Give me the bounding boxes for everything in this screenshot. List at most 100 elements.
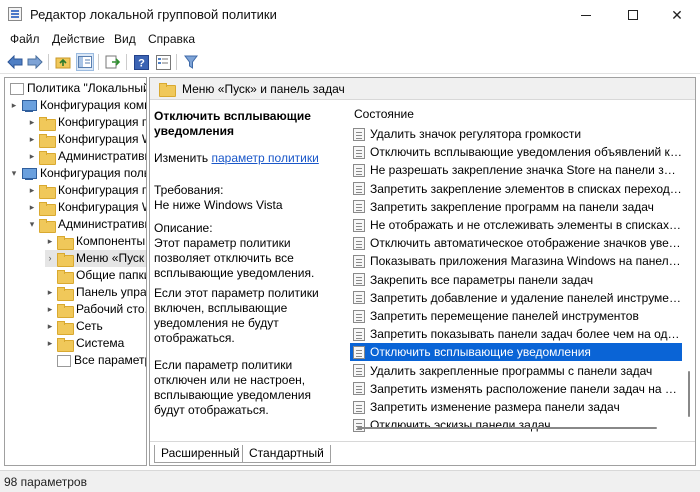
- tree-item-control-panel[interactable]: ▸ Панель упра: [45, 284, 146, 301]
- tree-item-label: Политика "Локальный: [27, 81, 147, 95]
- tree-item-admin-templates[interactable]: ▸ Административн: [27, 148, 146, 165]
- chevron-right-icon[interactable]: ▸: [45, 301, 55, 318]
- policy-row[interactable]: Отключить эскизы панели задач: [350, 416, 682, 434]
- menu-bar: Файл Действие Вид Справка: [0, 30, 700, 50]
- tab-standard[interactable]: Стандартный: [242, 445, 331, 463]
- edit-policy-link[interactable]: параметр политики: [211, 151, 318, 165]
- filter-button[interactable]: [182, 53, 200, 71]
- vertical-scrollbar[interactable]: [683, 101, 695, 441]
- policy-row[interactable]: Удалить закрепленные программы с панели …: [350, 362, 682, 380]
- policy-row[interactable]: Запретить закрепление элементов в списка…: [350, 180, 682, 198]
- tree-item-local-policy[interactable]: Политика "Локальный: [8, 80, 147, 97]
- tree-item-user-windows-settings[interactable]: ▸ Конфигурация W: [27, 199, 146, 216]
- horizontal-scrollbar[interactable]: [357, 427, 657, 429]
- tree-item-all-settings[interactable]: Все параметр: [45, 352, 147, 369]
- forward-button[interactable]: [26, 53, 44, 71]
- back-button[interactable]: [6, 53, 24, 71]
- scroll-thumb[interactable]: [688, 371, 690, 417]
- menu-help[interactable]: Справка: [148, 32, 195, 46]
- close-button[interactable]: ✕: [654, 0, 700, 30]
- help-button[interactable]: ?: [132, 53, 150, 71]
- chevron-right-icon[interactable]: ▸: [27, 114, 37, 131]
- tree-item-label: Конфигурация поль: [40, 166, 147, 180]
- policy-row[interactable]: Запретить изменение размера панели задач: [350, 398, 682, 416]
- toolbar-separator: [176, 54, 177, 70]
- policy-row[interactable]: Отключить всплывающие уведомления объявл…: [350, 143, 682, 161]
- chevron-right-icon[interactable]: ▸: [45, 284, 55, 301]
- tree-item-user-admin-templates[interactable]: ▾ Административн: [27, 216, 146, 233]
- tree-item-windows-settings[interactable]: ▸ Конфигурация W: [27, 131, 146, 148]
- policy-row[interactable]: Запретить добавление и удаление панелей …: [350, 289, 682, 307]
- policy-setting-icon: [353, 127, 365, 141]
- folder-icon: [57, 320, 74, 335]
- policy-row-label: Удалить закрепленные программы с панели …: [370, 363, 653, 378]
- tree-item-label: Все параметр: [74, 353, 147, 367]
- tree-item-computer-config[interactable]: ▸ Конфигурация комп: [9, 97, 147, 114]
- tree-item-label: Конфигурация п: [58, 115, 147, 129]
- menu-file[interactable]: Файл: [10, 32, 40, 46]
- export-list-button[interactable]: [104, 53, 122, 71]
- edit-policy-line: Изменить параметр политики: [154, 151, 344, 166]
- menu-action[interactable]: Действие: [52, 32, 105, 46]
- tree-item-software-settings[interactable]: ▸ Конфигурация п: [27, 114, 147, 131]
- chevron-right-icon[interactable]: ▸: [45, 335, 55, 352]
- policy-row-label: Запретить закрепление элементов в списка…: [370, 181, 682, 196]
- close-icon: ✕: [671, 6, 683, 23]
- chevron-right-icon[interactable]: ▸: [27, 148, 37, 165]
- chevron-down-icon[interactable]: ▾: [9, 165, 19, 182]
- maximize-button[interactable]: [610, 0, 656, 30]
- chevron-right-icon[interactable]: ▸: [27, 131, 37, 148]
- tree-item-start-menu-taskbar[interactable]: › Меню «Пуск: [45, 250, 146, 267]
- minimize-button[interactable]: [563, 0, 609, 30]
- tree-item-shared-folders[interactable]: Общие папки: [45, 267, 146, 284]
- policy-row[interactable]: Закрепить все параметры панели задач: [350, 271, 682, 289]
- chevron-right-icon[interactable]: ▸: [9, 97, 19, 114]
- menu-view[interactable]: Вид: [114, 32, 136, 46]
- folder-icon: [39, 150, 56, 165]
- view-tabs: Расширенный Стандартный: [150, 441, 695, 465]
- chevron-right-icon[interactable]: ▸: [27, 199, 37, 216]
- policy-row[interactable]: Отключить всплывающие уведомления: [350, 343, 682, 362]
- policy-row[interactable]: Не отображать и не отслеживать элементы …: [350, 216, 682, 234]
- status-text: 98 параметров: [4, 475, 87, 489]
- chevron-down-icon[interactable]: ▾: [27, 216, 37, 233]
- minimize-icon: [581, 14, 591, 16]
- policy-row[interactable]: Запретить перемещение панелей инструмент…: [350, 307, 682, 325]
- tree-item-label: Рабочий сто.: [76, 302, 147, 316]
- tree-item-label: Конфигурация комп: [40, 98, 147, 112]
- requirements-label: Требования:: [154, 183, 224, 197]
- policy-setting-icon: [353, 200, 365, 214]
- policy-row-label: Отключить всплывающие уведомления: [370, 345, 591, 360]
- policy-row[interactable]: Показывать приложения Магазина Windows н…: [350, 252, 682, 270]
- policy-setting-icon: [353, 364, 365, 378]
- tree-item-user-software-settings[interactable]: ▸ Конфигурация п: [27, 182, 146, 199]
- chevron-right-icon[interactable]: ▸: [45, 318, 55, 335]
- up-folder-icon: [55, 57, 71, 69]
- policy-row-label: Запретить перемещение панелей инструмент…: [370, 309, 639, 323]
- computer-icon: [21, 99, 37, 112]
- policy-setting-icon: [353, 327, 365, 341]
- policy-row[interactable]: Запретить изменять расположение панели з…: [350, 380, 682, 398]
- tree-item-network[interactable]: ▸ Сеть: [45, 318, 103, 335]
- show-hide-tree-button[interactable]: [76, 53, 94, 71]
- toolbar-separator: [48, 54, 49, 70]
- tree-item-system[interactable]: ▸ Система: [45, 335, 124, 352]
- tree-item-windows-components[interactable]: ▸ Компоненты: [45, 233, 145, 250]
- policy-setting-icon: [353, 254, 365, 268]
- policy-row[interactable]: Запретить закрепление программ на панели…: [350, 198, 682, 216]
- back-arrow-icon: [7, 55, 23, 69]
- up-one-level-button[interactable]: [54, 53, 72, 71]
- policy-row[interactable]: Не разрешать закрепление значка Store на…: [350, 161, 682, 179]
- policy-row-label: Не разрешать закрепление значка Store на…: [370, 163, 682, 178]
- policy-row[interactable]: Отключить автоматическое отображение зна…: [350, 234, 682, 252]
- policy-row[interactable]: Запретить показывать панели задач более …: [350, 325, 682, 343]
- chevron-right-icon[interactable]: ▸: [45, 233, 55, 250]
- policy-row[interactable]: Удалить значок регулятора громкости: [350, 125, 682, 143]
- folder-icon: [57, 235, 74, 250]
- tab-extended[interactable]: Расширенный: [154, 445, 247, 463]
- tree-item-user-config[interactable]: ▾ Конфигурация поль: [9, 165, 147, 182]
- properties-button[interactable]: [154, 53, 172, 71]
- column-header-state[interactable]: Состояние: [354, 107, 414, 121]
- chevron-right-icon[interactable]: ▸: [27, 182, 37, 199]
- tree-item-desktop[interactable]: ▸ Рабочий сто.: [45, 301, 147, 318]
